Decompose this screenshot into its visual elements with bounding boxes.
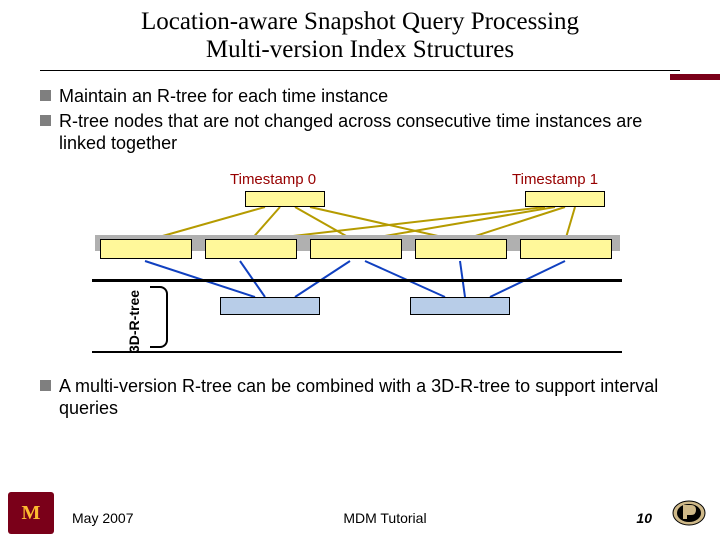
square-bullet-icon (40, 90, 51, 101)
leaf-node (100, 239, 192, 259)
title-line2: Multi-version Index Structures (0, 36, 720, 64)
brace-icon (150, 286, 168, 348)
root-node-ts0 (245, 191, 325, 207)
bottom-line (92, 351, 622, 353)
title-block: Location-aware Snapshot Query Processing… (0, 0, 720, 68)
footer: May 2007 MDM Tutorial 10 (0, 502, 720, 534)
timestamp-1-label: Timestamp 1 (512, 171, 598, 188)
y-axis-label: 3D-R-tree (126, 289, 142, 352)
timestamp-0-label: Timestamp 0 (230, 171, 316, 188)
leaf-node (415, 239, 507, 259)
bullet-text: A multi-version R-tree can be combined w… (59, 375, 680, 420)
title-line1: Location-aware Snapshot Query Processing (0, 8, 720, 36)
diagram: Timestamp 0 Timestamp 1 3D-R-tree (40, 171, 680, 371)
bullet-row: A multi-version R-tree can be combined w… (40, 375, 680, 420)
interval-node (410, 297, 510, 315)
root-node-ts1 (525, 191, 605, 207)
page-number: 10 (636, 510, 652, 526)
square-bullet-icon (40, 380, 51, 391)
bullet-row: R-tree nodes that are not changed across… (40, 110, 680, 155)
accent-bar (670, 74, 720, 80)
square-bullet-icon (40, 115, 51, 126)
bullet-text: R-tree nodes that are not changed across… (59, 110, 680, 155)
leaf-node (310, 239, 402, 259)
top-bullets: Maintain an R-tree for each time instanc… (0, 71, 720, 165)
bullet-row: Maintain an R-tree for each time instanc… (40, 85, 680, 108)
interval-node (220, 297, 320, 315)
bullet-text: Maintain an R-tree for each time instanc… (59, 85, 388, 108)
footer-date: May 2007 (72, 510, 133, 526)
leaf-node (205, 239, 297, 259)
footer-title: MDM Tutorial (343, 510, 426, 526)
bottom-bullets: A multi-version R-tree can be combined w… (0, 371, 720, 430)
divider-line (92, 279, 622, 282)
leaf-node (520, 239, 612, 259)
